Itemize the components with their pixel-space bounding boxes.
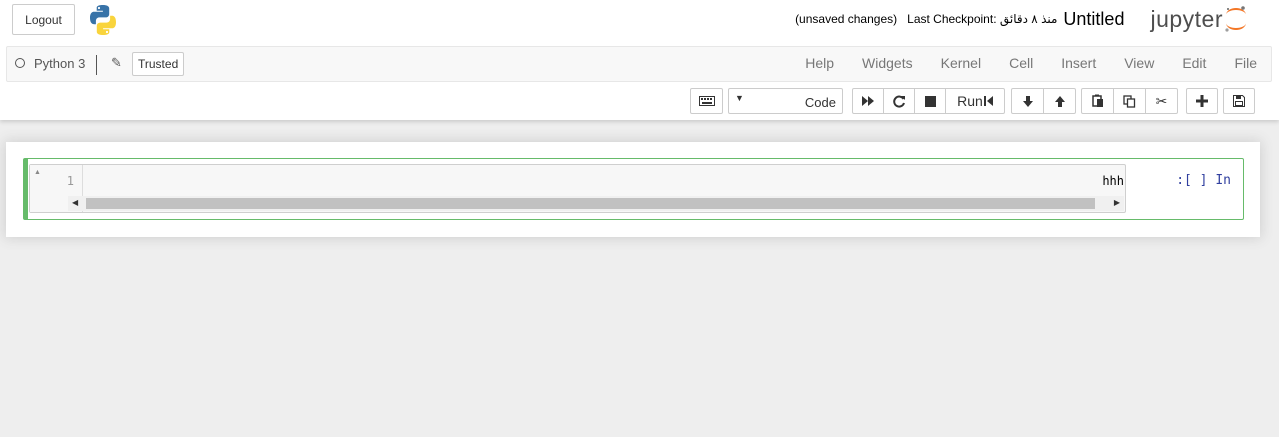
kernel-idle-icon [15,58,25,68]
jupyter-orbit-icon [1225,6,1246,32]
code-editor[interactable]: ▲ 1 hhh ◀ ▶ [29,164,1126,213]
plus-icon [1196,95,1208,107]
toolbar-group-palette [690,88,723,114]
toolbar-group-edit: ✂ [1081,88,1178,114]
copy-icon [1123,94,1136,108]
menu-widgets[interactable]: Widgets [848,47,927,81]
menubar: Python 3 ✎ Trusted File Edit View Insert… [6,46,1272,82]
fast-forward-icon [862,96,874,106]
interrupt-kernel-button[interactable] [914,88,946,114]
code-line[interactable]: hhh [1102,174,1124,188]
step-forward-icon [983,96,993,106]
cut-cell-button[interactable]: ✂ [1145,88,1178,114]
kernel-separator [96,55,97,75]
arrow-down-icon [1022,95,1033,107]
notebook-header: Logout jupyter Untitled Last Checkpoint:… [0,0,1279,120]
title-row: jupyter Untitled Last Checkpoint: منذ ٨ … [795,4,1249,34]
cell-type-select[interactable]: ▼ Code [728,88,843,114]
menu-edit[interactable]: Edit [1168,47,1220,81]
copy-cell-button[interactable] [1113,88,1146,114]
insert-cell-below-button[interactable] [1186,88,1218,114]
keyboard-icon [698,96,715,106]
menu-view[interactable]: View [1110,47,1168,81]
move-cell-down-button[interactable] [1011,88,1044,114]
toolbar-group-move [1011,88,1076,114]
horizontal-scrollbar[interactable]: ◀ ▶ [68,196,1124,211]
toolbar-group-run: Run [852,88,1005,114]
kernel-name: Python 3 [34,56,86,71]
notebook-title[interactable]: Untitled [1063,9,1124,30]
line-number: 1 [66,174,74,188]
restart-run-all-button[interactable] [852,88,884,114]
scroll-right-arrow-icon[interactable]: ▶ [1114,198,1120,207]
scroll-left-arrow-icon[interactable]: ◀ [72,198,78,207]
menu-help[interactable]: Help [791,47,848,81]
edit-mode-pencil-icon: ✎ [111,55,122,70]
input-prompt: In [ ]: [1176,173,1231,188]
menu-items: File Edit View Insert Cell Kernel Widget… [791,47,1271,81]
jupyter-brand-text: jupyter [1150,5,1223,32]
scissors-icon: ✂ [1155,92,1168,109]
notebook-container: In [ ]: ▲ 1 hhh ◀ ▶ [6,142,1260,237]
restart-icon [892,95,905,107]
menu-cell[interactable]: Cell [995,47,1047,81]
checkpoint-status: Last Checkpoint: منذ ٨ دقائق [907,12,1058,26]
save-button[interactable] [1223,88,1255,114]
code-cell[interactable]: In [ ]: ▲ 1 hhh ◀ ▶ [23,158,1244,220]
paste-cell-button[interactable] [1081,88,1114,114]
run-cell-button[interactable]: Run [945,88,1005,114]
menu-kernel[interactable]: Kernel [927,47,995,81]
paste-icon [1091,94,1103,107]
scrollbar-thumb[interactable] [86,198,1095,209]
logout-button[interactable]: Logout [12,4,75,35]
restart-kernel-button[interactable] [883,88,915,114]
run-label: Run [957,93,983,109]
menu-file[interactable]: File [1220,47,1271,81]
jupyter-logo[interactable]: jupyter [1142,4,1249,34]
arrow-up-icon [1054,95,1065,107]
toolbar-group-insert [1186,88,1218,114]
trusted-indicator[interactable]: Trusted [132,52,185,76]
save-icon [1233,95,1245,107]
move-cell-up-button[interactable] [1043,88,1076,114]
stop-icon [924,95,936,107]
autosave-status: (unsaved changes) [795,12,898,26]
scroll-up-arrow-icon[interactable]: ▲ [34,169,41,176]
toolbar-group-save [1223,88,1255,114]
command-palette-button[interactable] [690,88,723,114]
cell-type-value: Code [804,95,836,110]
menu-insert[interactable]: Insert [1047,47,1110,81]
chevron-down-icon: ▼ [735,93,744,103]
python-logo-icon [90,5,116,36]
